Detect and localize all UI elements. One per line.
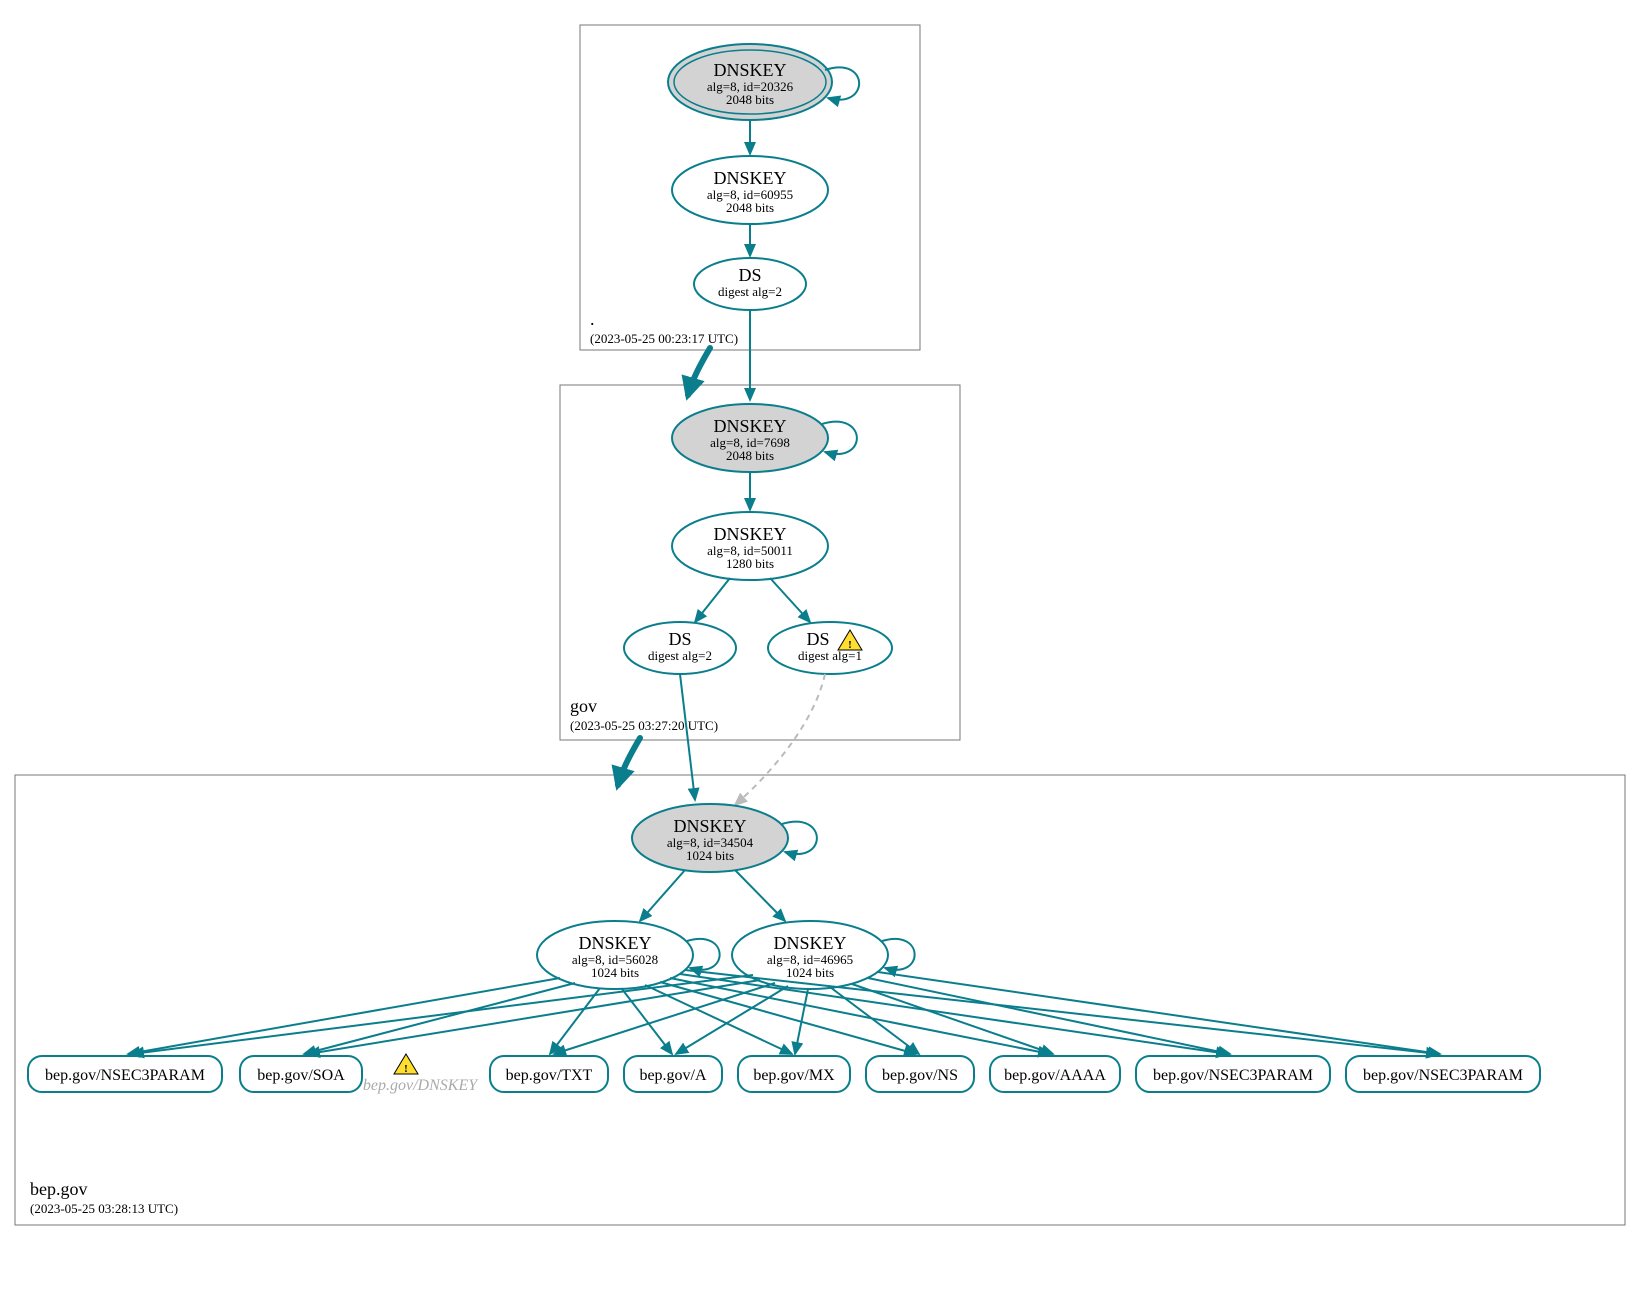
rr-nsec3param-3: bep.gov/NSEC3PARAM [1346,1056,1540,1092]
edge-bep-ksk-zsk1 [640,870,685,921]
zone-root: . (2023-05-25 00:23:17 UTC) DNSKEY alg=8… [580,25,920,350]
svg-text:bep.gov/NS: bep.gov/NS [882,1067,958,1084]
svg-text:DS: DS [738,265,761,285]
zone-gov-ts: (2023-05-25 03:27:20 UTC) [570,718,718,733]
node-gov-ds1: DS digest alg=1 ! [768,622,892,674]
rr-ns: bep.gov/NS [866,1056,974,1092]
rr-dnskey-italic: ! bep.gov/DNSKEY [363,1054,479,1094]
zone-root-label: . [590,309,595,329]
node-root-ds: DS digest alg=2 [694,258,806,310]
svg-text:digest alg=2: digest alg=2 [648,648,712,663]
zone-bep: bep.gov (2023-05-25 03:28:13 UTC) DNSKEY… [15,674,1625,1225]
edge-deleg-root-gov [688,348,710,395]
edge-gov-zsk-ds2 [695,578,730,622]
warning-icon: ! [394,1054,418,1075]
svg-text:bep.gov/NSEC3PARAM: bep.gov/NSEC3PARAM [45,1067,205,1084]
svg-text:1024 bits: 1024 bits [591,965,639,980]
svg-text:DNSKEY: DNSKEY [578,933,651,953]
svg-text:bep.gov/DNSKEY: bep.gov/DNSKEY [363,1077,479,1094]
edge-gov-ds2-bep-ksk [680,674,695,800]
rr-nsec3param-2: bep.gov/NSEC3PARAM [1136,1056,1330,1092]
rr-nsec3param-1: bep.gov/NSEC3PARAM [28,1056,222,1092]
zone-bep-ts: (2023-05-25 03:28:13 UTC) [30,1201,178,1216]
rr-aaaa: bep.gov/AAAA [990,1056,1120,1092]
svg-text:bep.gov/AAAA: bep.gov/AAAA [1004,1067,1106,1084]
svg-text:DNSKEY: DNSKEY [713,60,786,80]
svg-text:2048 bits: 2048 bits [726,92,774,107]
node-gov-ds2: DS digest alg=2 [624,622,736,674]
svg-text:bep.gov/SOA: bep.gov/SOA [257,1067,345,1084]
edge-deleg-gov-bep [618,738,640,785]
rr-a: bep.gov/A [624,1056,722,1092]
rr-mx: bep.gov/MX [738,1056,850,1092]
node-bep-ksk: DNSKEY alg=8, id=34504 1024 bits [632,804,788,872]
svg-text:DNSKEY: DNSKEY [673,816,746,836]
svg-text:2048 bits: 2048 bits [726,200,774,215]
svg-text:digest alg=2: digest alg=2 [718,284,782,299]
svg-text:DS: DS [806,629,829,649]
svg-text:!: ! [848,639,852,651]
rr-soa: bep.gov/SOA [240,1056,362,1092]
dnssec-diagram: . (2023-05-25 00:23:17 UTC) DNSKEY alg=8… [0,0,1640,1299]
svg-text:bep.gov/MX: bep.gov/MX [753,1067,835,1084]
svg-text:DS: DS [668,629,691,649]
svg-text:bep.gov/TXT: bep.gov/TXT [506,1067,593,1084]
svg-text:1024 bits: 1024 bits [786,965,834,980]
svg-text:bep.gov/A: bep.gov/A [639,1067,707,1084]
edge-bep-ksk-zsk2 [735,870,785,921]
svg-text:DNSKEY: DNSKEY [773,933,846,953]
node-root-ksk: DNSKEY alg=8, id=20326 2048 bits [668,44,832,120]
node-gov-ksk: DNSKEY alg=8, id=7698 2048 bits [672,404,828,472]
svg-text:!: ! [404,1063,408,1075]
node-bep-zsk1: DNSKEY alg=8, id=56028 1024 bits [537,921,693,989]
node-root-zsk: DNSKEY alg=8, id=60955 2048 bits [672,156,828,224]
edge-gov-zsk-ds1 [770,578,810,622]
svg-text:DNSKEY: DNSKEY [713,416,786,436]
zone-bep-label: bep.gov [30,1179,88,1199]
svg-text:DNSKEY: DNSKEY [713,168,786,188]
zone-gov-label: gov [570,696,597,716]
node-gov-zsk: DNSKEY alg=8, id=50011 1280 bits [672,512,828,580]
svg-text:DNSKEY: DNSKEY [713,524,786,544]
svg-text:1280 bits: 1280 bits [726,556,774,571]
zone-gov: gov (2023-05-25 03:27:20 UTC) DNSKEY alg… [560,310,960,740]
rr-txt: bep.gov/TXT [490,1056,608,1092]
svg-text:1024 bits: 1024 bits [686,848,734,863]
zone-root-ts: (2023-05-25 00:23:17 UTC) [590,331,738,346]
svg-text:bep.gov/NSEC3PARAM: bep.gov/NSEC3PARAM [1153,1067,1313,1084]
svg-text:2048 bits: 2048 bits [726,448,774,463]
rr-row: bep.gov/NSEC3PARAM bep.gov/SOA ! bep.gov… [28,1054,1540,1094]
svg-text:bep.gov/NSEC3PARAM: bep.gov/NSEC3PARAM [1363,1067,1523,1084]
